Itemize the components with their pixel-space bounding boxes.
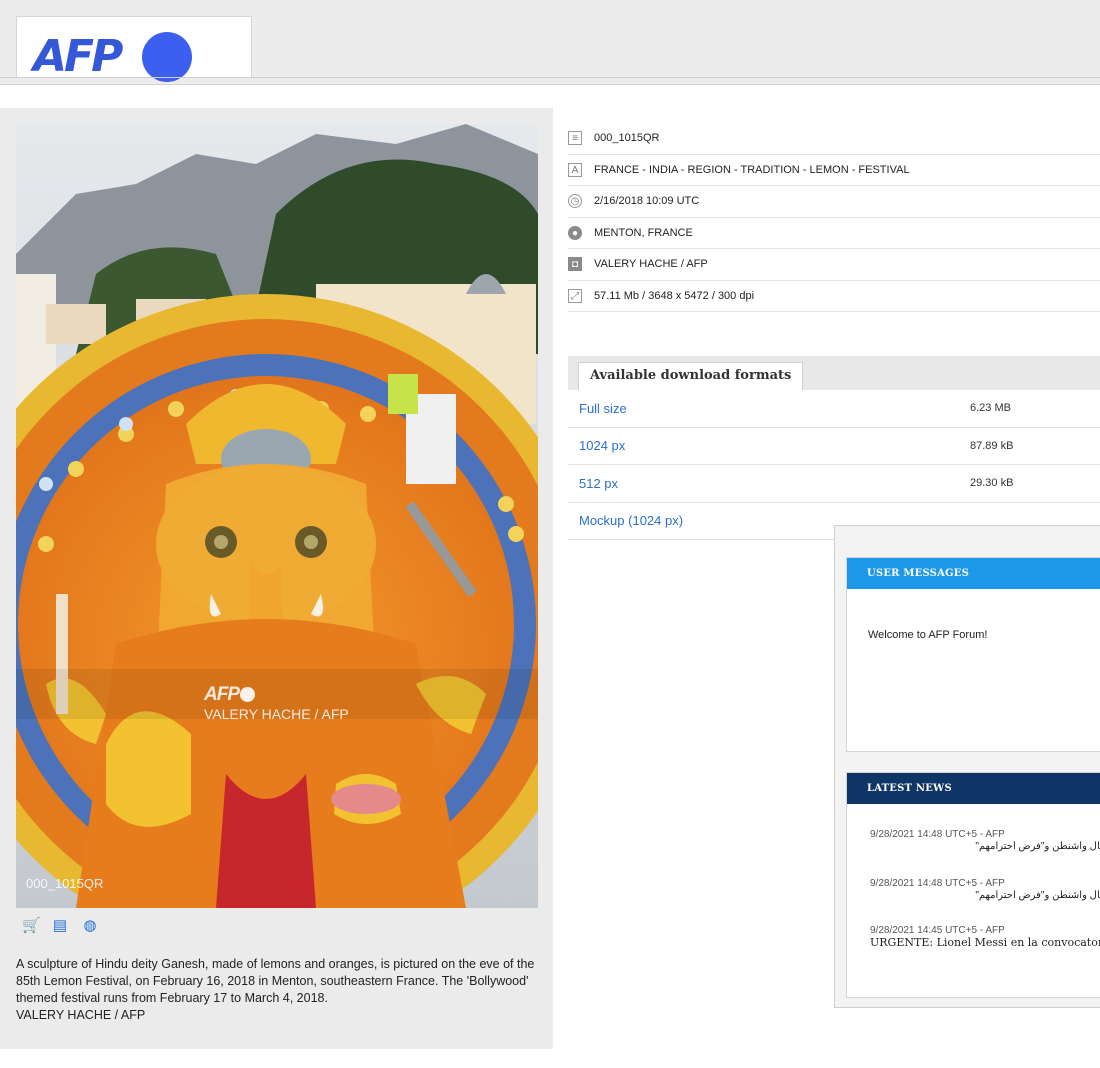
ganesh-sculpture-image xyxy=(16,124,538,908)
caption-credit: VALERY HACHE / AFP xyxy=(16,1008,146,1022)
afp-logo-dot xyxy=(142,32,192,82)
meta-location-row: ● MENTON, FRANCE xyxy=(568,218,1100,249)
format-row[interactable]: 512 px 29.30 kB xyxy=(568,465,1100,503)
format-link-512[interactable]: 512 px xyxy=(568,476,970,491)
photo-metadata: ≡ 000_1015QR A FRANCE - INDIA - REGION -… xyxy=(568,123,1100,312)
afp-logo[interactable]: AFP xyxy=(33,33,123,81)
meta-keywords: FRANCE - INDIA - REGION - TRADITION - LE… xyxy=(594,163,910,176)
caption-text: A sculpture of Hindu deity Ganesh, made … xyxy=(16,957,535,1005)
latest-news-title: LATEST NEWS xyxy=(847,773,1100,804)
meta-fileinfo-row: ⤢ 57.11 Mb / 3648 x 5472 / 300 dpi xyxy=(568,281,1100,312)
tab-available-formats[interactable]: Available download formats xyxy=(578,362,804,390)
camera-icon: ◘ xyxy=(568,257,582,272)
user-messages-title: USER MESSAGES xyxy=(847,558,1100,589)
news-meta: 9/28/2021 14:45 UTC+5 - AFP xyxy=(870,925,1005,936)
globe-icon: ● xyxy=(568,225,582,240)
user-message-text: Welcome to AFP Forum! xyxy=(868,629,988,641)
cart-icon[interactable]: 🛒 xyxy=(22,918,41,934)
clock-icon: ◷ xyxy=(568,194,582,209)
photo-actions: 🛒 ▤ ◍ xyxy=(22,918,98,934)
logo-tab[interactable]: AFP xyxy=(16,16,252,82)
format-size: 29.30 kB xyxy=(970,477,1014,490)
format-row[interactable]: Full size 6.23 MB xyxy=(568,390,1100,428)
format-link-full-size[interactable]: Full size xyxy=(568,401,970,416)
watermark-dot xyxy=(240,687,255,702)
photo-watermark: AFP VALERY HACHE / AFP xyxy=(204,684,349,722)
meta-date: 2/16/2018 10:09 UTC xyxy=(594,195,700,208)
meta-location: MENTON, FRANCE xyxy=(594,226,693,239)
meta-id-row: ≡ 000_1015QR xyxy=(568,123,1100,155)
news-item[interactable]: 9/28/2021 14:48 UTC+5 - AFP احتيال واشنط… xyxy=(870,829,1100,853)
format-size: 87.89 kB xyxy=(970,439,1014,452)
meta-photographer: VALERY HACHE / AFP xyxy=(594,258,708,271)
resize-icon: ⤢ xyxy=(568,288,582,303)
format-link-1024[interactable]: 1024 px xyxy=(568,438,970,453)
meta-date-row: ◷ 2/16/2018 10:09 UTC xyxy=(568,186,1100,218)
news-meta: 9/28/2021 14:48 UTC+5 - AFP xyxy=(870,878,1005,889)
meta-file-info: 57.11 Mb / 3648 x 5472 / 300 dpi xyxy=(594,289,755,302)
news-meta: 9/28/2021 14:48 UTC+5 - AFP xyxy=(870,829,1005,840)
formats-header: Available download formats xyxy=(568,356,1100,390)
side-widget: USER MESSAGES Welcome to AFP Forum! LATE… xyxy=(834,525,1100,1008)
news-headline[interactable]: احتيال واشنطن و"فرض احترامهم" xyxy=(870,890,1100,902)
format-row[interactable]: 1024 px 87.89 kB xyxy=(568,428,1100,465)
header-rule xyxy=(0,77,1100,78)
format-size: 6.23 MB xyxy=(970,402,1011,415)
meta-photographer-row: ◘ VALERY HACHE / AFP xyxy=(568,249,1100,281)
photo-preview[interactable]: AFP VALERY HACHE / AFP 000_1015QR xyxy=(16,124,538,908)
meta-keywords-row: A FRANCE - INDIA - REGION - TRADITION - … xyxy=(568,155,1100,186)
watermark-logo: AFP xyxy=(204,684,240,705)
print-icon[interactable]: ▤ xyxy=(52,918,68,934)
globe-icon[interactable]: ◍ xyxy=(82,918,98,934)
user-messages-box: USER MESSAGES Welcome to AFP Forum! xyxy=(846,557,1100,752)
document-icon: ≡ xyxy=(568,131,582,146)
letter-a-icon: A xyxy=(568,162,582,177)
photo-id-overlay: 000_1015QR xyxy=(26,876,104,891)
watermark-credit: VALERY HACHE / AFP xyxy=(204,706,349,722)
top-bar: AFP xyxy=(0,0,1100,85)
download-formats: Available download formats Full size 6.2… xyxy=(568,356,1100,540)
news-headline[interactable]: URGENTE: Lionel Messi en la convocatoria xyxy=(870,937,1100,949)
news-item[interactable]: 9/28/2021 14:48 UTC+5 - AFP احتيال واشنط… xyxy=(870,878,1100,902)
photo-panel: AFP VALERY HACHE / AFP 000_1015QR 🛒 ▤ ◍ … xyxy=(0,108,553,1049)
photo-caption: A sculpture of Hindu deity Ganesh, made … xyxy=(16,956,538,1024)
news-item[interactable]: 9/28/2021 14:45 UTC+5 - AFP URGENTE: Lio… xyxy=(870,925,1100,949)
latest-news-box: LATEST NEWS 9/28/2021 14:48 UTC+5 - AFP … xyxy=(846,772,1100,998)
news-headline[interactable]: احتيال واشنطن و"فرض احترامهم" xyxy=(870,841,1100,853)
meta-id: 000_1015QR xyxy=(594,132,660,145)
